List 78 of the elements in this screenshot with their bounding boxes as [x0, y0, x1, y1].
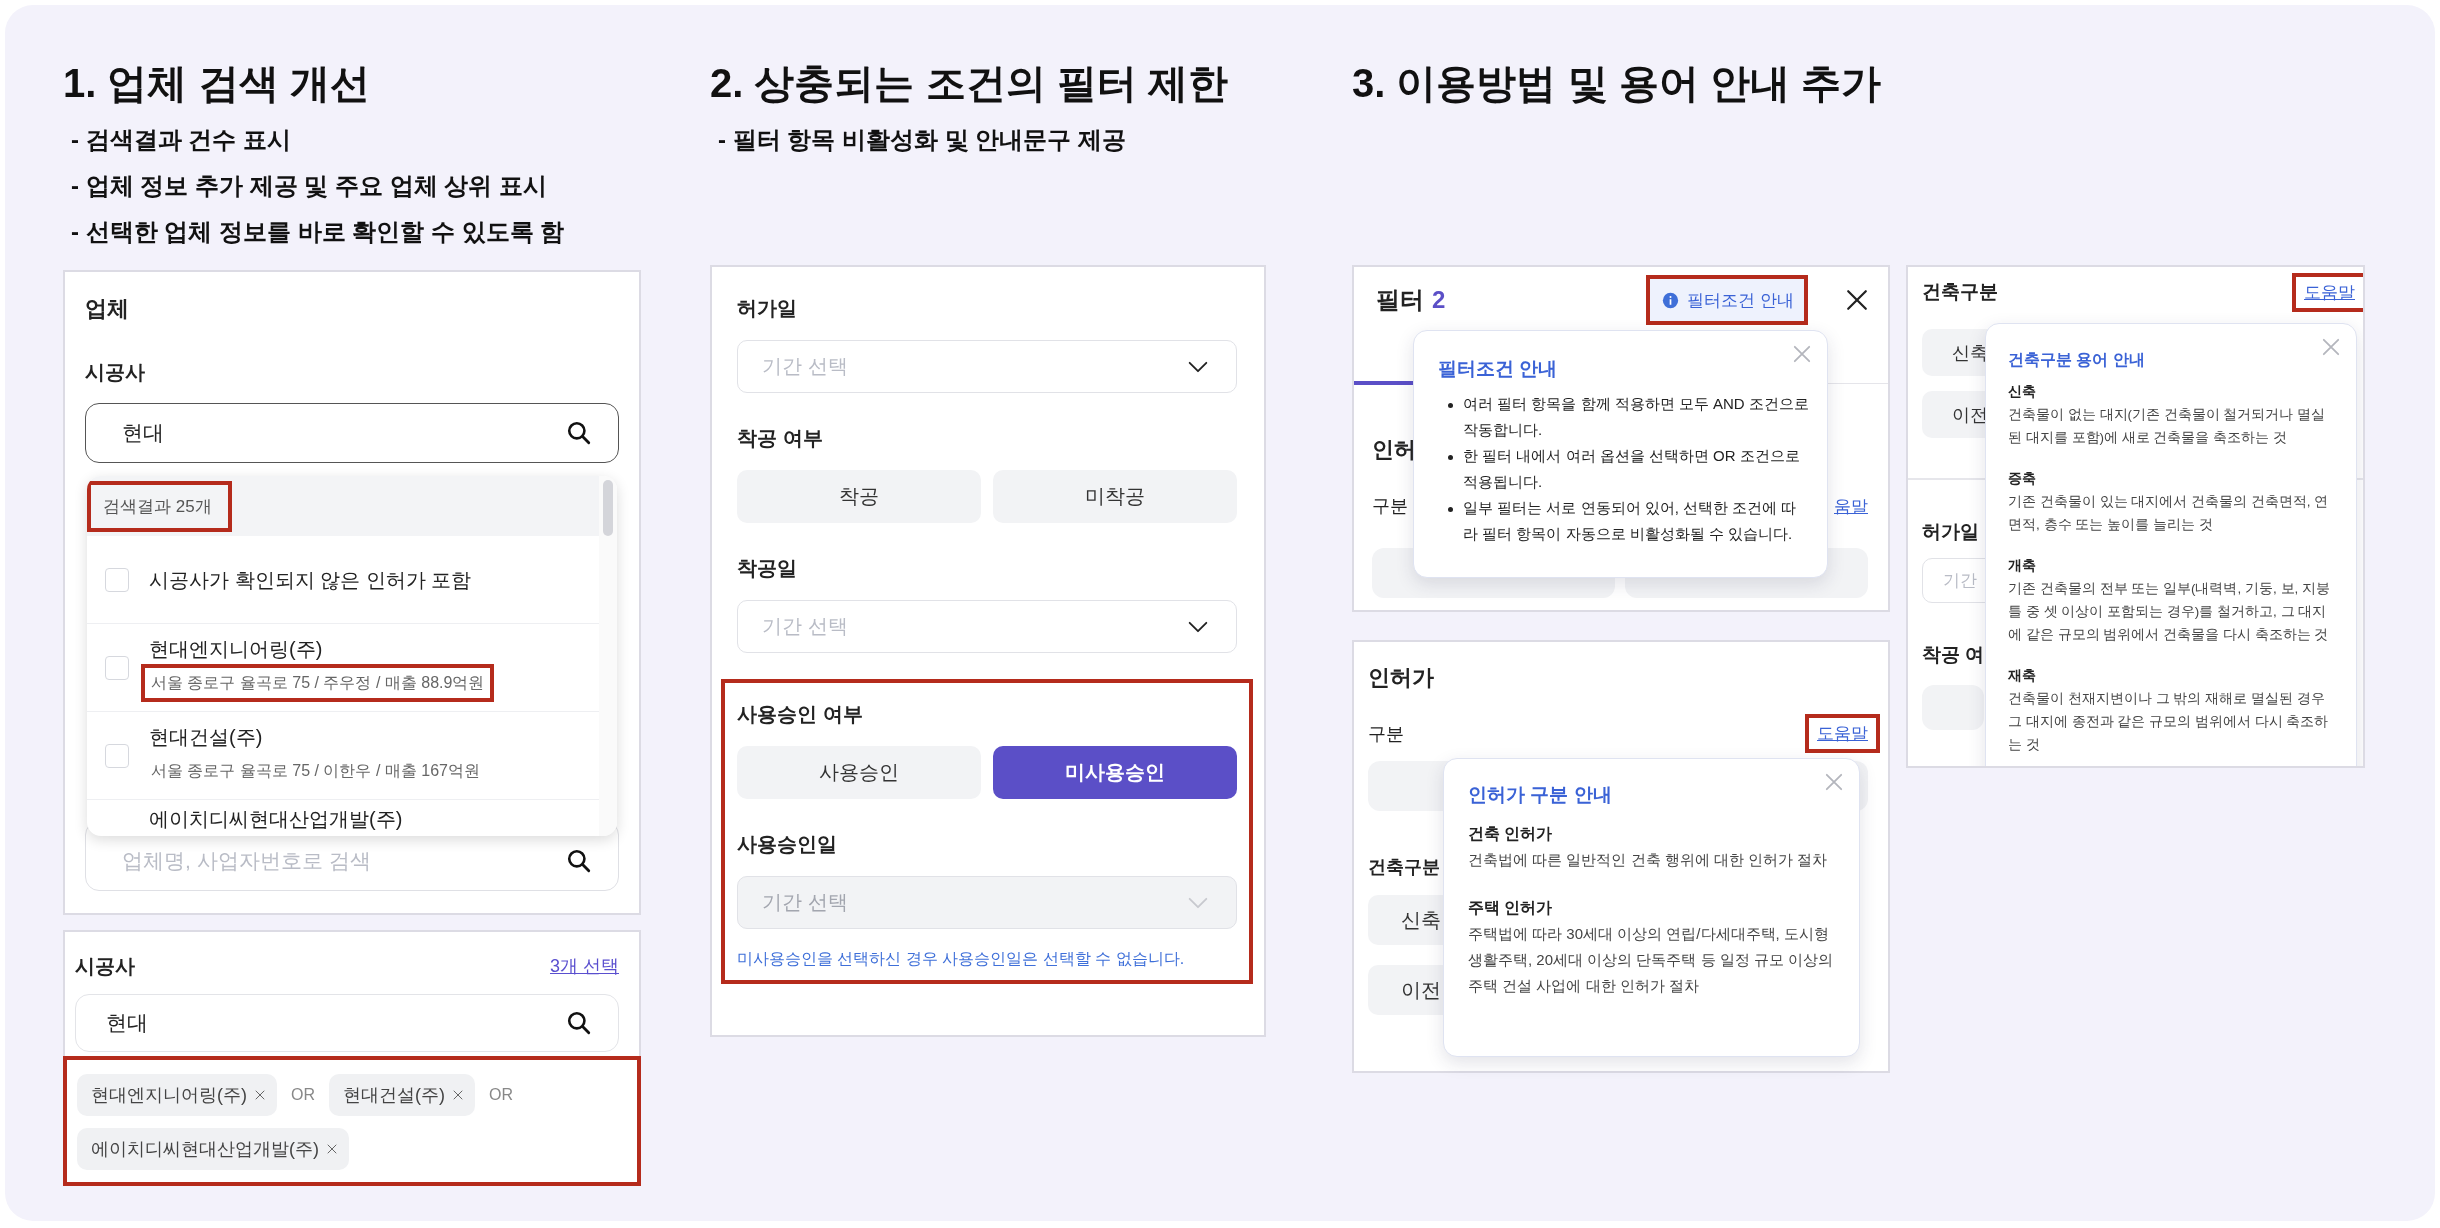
- panel-heading: 인허: [1371, 436, 1416, 464]
- help-link[interactable]: 도움말: [2304, 280, 2355, 304]
- chevron-down-icon: [1188, 896, 1208, 909]
- field-label: 착공 여: [1922, 642, 1985, 667]
- panel-heading: 인허가: [1367, 664, 1434, 692]
- toggle-button[interactable]: 미착공: [993, 470, 1237, 523]
- section-note: - 필터 항목 비활성화 및 안내문구 제공: [718, 125, 1127, 155]
- toggle-button[interactable]: 사용승인: [737, 746, 981, 799]
- company-detail: 서울 종로구 율곡로 75 / 이한우 / 매출 167억원: [150, 760, 481, 781]
- field-label: 착공 여부: [737, 426, 824, 451]
- section-title: 2. 상충되는 조건의 필터 제한: [710, 60, 1229, 107]
- bullet-dot: [1448, 403, 1453, 408]
- field-label: 시공사: [85, 360, 146, 385]
- checkbox[interactable]: [105, 743, 129, 768]
- field-label: 건축구분: [1922, 280, 1998, 304]
- filter-chip[interactable]: 에이치디씨현대산업개발(주): [77, 1128, 349, 1170]
- chevron-down-icon: [1188, 620, 1208, 633]
- popover-title: 인허가 구분 안내: [1468, 783, 1612, 807]
- field-label: 착공일: [737, 556, 798, 581]
- section-note: - 선택한 업체 정보를 바로 확인할 수 있도록 함: [71, 217, 566, 247]
- term-description: 기존 건축물의 전부 또는 일부(내력벽, 기둥, 보, 지붕틀 중 셋 이상이 포함되는 경우)를 철거하고, 그 대지에 같은 규모의 범위에서 건축물을 다시 축조하는 것: [2008, 580, 2331, 644]
- toggle-button[interactable]: 미사용승인: [993, 746, 1237, 799]
- filter-chip[interactable]: 현대건설(주): [329, 1074, 475, 1116]
- field-label: 사용승인 여부: [737, 702, 864, 727]
- bullet-dot: [1448, 507, 1453, 512]
- close-icon[interactable]: [1846, 289, 1868, 311]
- help-link[interactable]: 도움말: [1817, 722, 1868, 745]
- operator-label: OR: [291, 1086, 315, 1104]
- section-title: 3. 이용방법 및 용어 안내 추가: [1352, 60, 1882, 107]
- filter-chip[interactable]: 현대엔지니어링(주): [77, 1074, 277, 1116]
- field-label: 허가일: [737, 296, 798, 321]
- section-note: - 검색결과 건수 표시: [71, 125, 292, 155]
- field-label: 사용승인일: [737, 832, 838, 857]
- bullet-dot: [1448, 455, 1453, 460]
- filter-count: 2: [1432, 286, 1446, 314]
- search-field[interactable]: 현대: [75, 994, 619, 1052]
- popover-title: 필터조건 안내: [1438, 357, 1558, 381]
- company-name[interactable]: 현대건설(주): [149, 721, 490, 752]
- notice-text: 미사용승인을 선택하신 경우 사용승인일은 선택할 수 없습니다.: [737, 949, 1186, 969]
- guide-text: 여러 필터 항목을 함께 적용하면 모두 AND 조건으로 작동합니다.: [1463, 394, 1809, 440]
- search-icon[interactable]: [566, 848, 592, 874]
- term-title: 증축: [2008, 470, 2037, 488]
- result-count: 검색결과 25개: [87, 480, 232, 532]
- guide-text: 한 필터 내에서 여러 옵션을 선택하면 OR 조건으로 적용됩니다.: [1463, 446, 1801, 492]
- search-field[interactable]: 현대: [85, 403, 619, 463]
- section-title: 1. 업체 검색 개선: [63, 60, 371, 107]
- help-link[interactable]: 움말: [1834, 494, 1868, 518]
- operator-label: OR: [489, 1086, 513, 1104]
- checkbox[interactable]: [105, 655, 129, 680]
- term-description: 건축물이 천재지변이나 그 밖의 재해로 멸실된 경우그 대지에 종전과 같은 규모의 범위에서 다시 축조하는 것: [2008, 690, 2330, 754]
- term-description: 기존 건축물이 있는 대지에서 건축물의 건축면적, 연면적, 층수 또는 높이를 늘리는 것: [2008, 493, 2330, 534]
- guide-text: 일부 필터는 서로 연동되어 있어, 선택한 조건에 따라 필터 항목이 자동으로 비활성화될 수 있습니다.: [1463, 498, 1798, 544]
- search-icon[interactable]: [566, 420, 592, 446]
- term-title: 건축 인허가: [1468, 824, 1554, 844]
- selection-link[interactable]: 3개 선택: [550, 954, 619, 978]
- field-label: 구분: [1368, 722, 1404, 746]
- company-detail: 서울 종로구 율곡로 75 / 주우정 / 매출 88.9억원: [141, 663, 495, 702]
- term-description: 건축법에 따른 일반적인 건축 행위에 대한 인허가 절차: [1468, 850, 1829, 870]
- info-icon: [1662, 291, 1680, 309]
- field-label: 구분: [1372, 495, 1408, 518]
- chevron-down-icon: [1188, 360, 1208, 373]
- field-label: 건축구분: [1367, 856, 1440, 879]
- field-label: 시공사: [75, 953, 135, 979]
- toggle-button[interactable]: 착공: [737, 470, 981, 523]
- scrollbar[interactable]: [599, 476, 617, 836]
- search-icon[interactable]: [566, 1010, 592, 1036]
- term-title: 개축: [2008, 557, 2037, 575]
- field-label: 허가일: [1922, 519, 1979, 544]
- company-name[interactable]: 시공사가 확인되지 않은 인허가 포함: [149, 564, 472, 595]
- checkbox[interactable]: [105, 567, 129, 592]
- filter-title: 필터: [1376, 285, 1424, 315]
- option-button[interactable]: [1922, 684, 1984, 730]
- company-name[interactable]: 현대엔지니어링(주): [149, 633, 495, 664]
- panel-heading: 업체: [85, 295, 130, 323]
- section-note: - 업체 정보 추가 제공 및 주요 업체 상위 표시: [71, 171, 548, 201]
- scrollbar-thumb[interactable]: [603, 480, 613, 536]
- term-title: 재축: [2008, 667, 2037, 685]
- guide-button[interactable]: 필터조건 안내: [1650, 279, 1804, 321]
